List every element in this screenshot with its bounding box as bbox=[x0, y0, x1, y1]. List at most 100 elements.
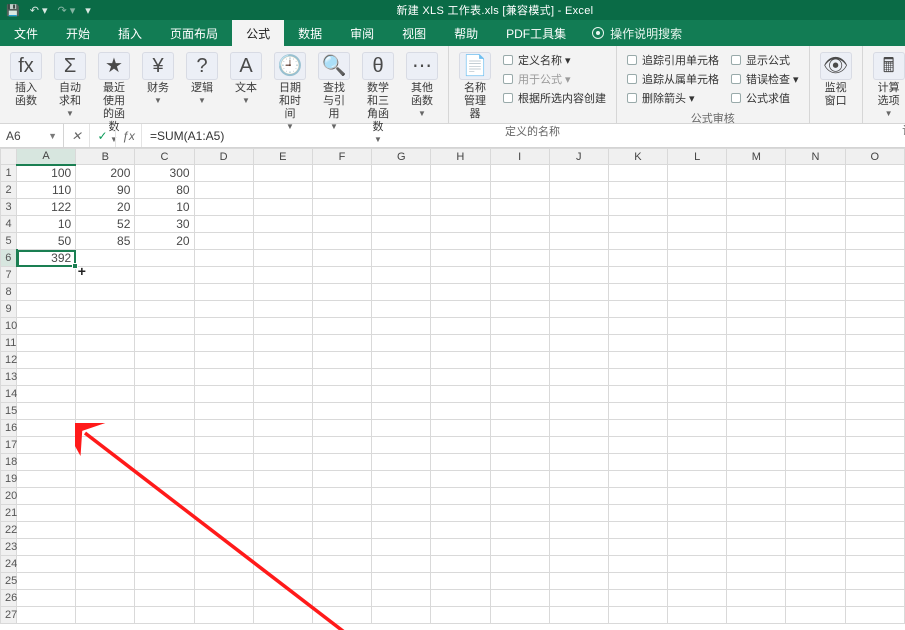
col-header-E[interactable]: E bbox=[253, 149, 312, 165]
cell-M16[interactable] bbox=[727, 420, 786, 437]
cell-E4[interactable] bbox=[253, 216, 312, 233]
cell-K13[interactable] bbox=[608, 369, 667, 386]
grid[interactable]: ABCDEFGHIJKLMNO1100200300211090803122201… bbox=[0, 148, 905, 624]
cell-N15[interactable] bbox=[786, 403, 845, 420]
cell-L8[interactable] bbox=[668, 284, 727, 301]
tab-PDF工具集[interactable]: PDF工具集 bbox=[492, 20, 580, 46]
cell-M10[interactable] bbox=[727, 318, 786, 335]
cell-C7[interactable] bbox=[135, 267, 194, 284]
accept-formula-button[interactable]: ✓ bbox=[90, 124, 116, 147]
cell-G5[interactable] bbox=[372, 233, 431, 250]
cell-M11[interactable] bbox=[727, 335, 786, 352]
cell-C23[interactable] bbox=[135, 539, 194, 556]
cell-K16[interactable] bbox=[608, 420, 667, 437]
redo-icon[interactable]: ↷ ▾ bbox=[58, 4, 76, 17]
cell-M4[interactable] bbox=[727, 216, 786, 233]
cell-D1[interactable] bbox=[194, 165, 253, 182]
cell-H11[interactable] bbox=[431, 335, 490, 352]
cell-J6[interactable] bbox=[549, 250, 608, 267]
cell-K8[interactable] bbox=[608, 284, 667, 301]
cell-L3[interactable] bbox=[668, 199, 727, 216]
cell-C21[interactable] bbox=[135, 505, 194, 522]
cell-L14[interactable] bbox=[668, 386, 727, 403]
cell-F23[interactable] bbox=[312, 539, 371, 556]
cell-D3[interactable] bbox=[194, 199, 253, 216]
fill-handle[interactable] bbox=[72, 263, 78, 269]
cell-H4[interactable] bbox=[431, 216, 490, 233]
cell-G1[interactable] bbox=[372, 165, 431, 182]
cell-A4[interactable]: 10 bbox=[17, 216, 76, 233]
cell-O18[interactable] bbox=[845, 454, 904, 471]
cell-F5[interactable] bbox=[312, 233, 371, 250]
cell-L6[interactable] bbox=[668, 250, 727, 267]
link-错误检查 ▾[interactable]: 错误检查 ▾ bbox=[731, 71, 799, 87]
col-header-G[interactable]: G bbox=[372, 149, 431, 165]
cell-E9[interactable] bbox=[253, 301, 312, 318]
select-all-corner[interactable] bbox=[1, 149, 17, 165]
cell-H17[interactable] bbox=[431, 437, 490, 454]
row-header-11[interactable]: 11 bbox=[1, 335, 17, 352]
cancel-formula-button[interactable]: ✕ bbox=[64, 124, 90, 147]
cell-H6[interactable] bbox=[431, 250, 490, 267]
cell-B10[interactable] bbox=[76, 318, 135, 335]
row-header-7[interactable]: 7 bbox=[1, 267, 17, 284]
cell-C26[interactable] bbox=[135, 590, 194, 607]
cell-H21[interactable] bbox=[431, 505, 490, 522]
cell-A20[interactable] bbox=[17, 488, 76, 505]
cell-O15[interactable] bbox=[845, 403, 904, 420]
cell-I7[interactable] bbox=[490, 267, 549, 284]
cell-B5[interactable]: 85 bbox=[76, 233, 135, 250]
ribbon-计算选项[interactable]: 🖩计算选项▼ bbox=[869, 50, 905, 120]
cell-J7[interactable] bbox=[549, 267, 608, 284]
cell-O19[interactable] bbox=[845, 471, 904, 488]
cell-O27[interactable] bbox=[845, 607, 904, 624]
cell-N13[interactable] bbox=[786, 369, 845, 386]
col-header-L[interactable]: L bbox=[668, 149, 727, 165]
cell-A25[interactable] bbox=[17, 573, 76, 590]
cell-J18[interactable] bbox=[549, 454, 608, 471]
cell-C19[interactable] bbox=[135, 471, 194, 488]
tab-视图[interactable]: 视图 bbox=[388, 20, 440, 46]
col-header-C[interactable]: C bbox=[135, 149, 194, 165]
cell-C17[interactable] bbox=[135, 437, 194, 454]
row-header-19[interactable]: 19 bbox=[1, 471, 17, 488]
cell-N19[interactable] bbox=[786, 471, 845, 488]
cell-M2[interactable] bbox=[727, 182, 786, 199]
cell-O6[interactable] bbox=[845, 250, 904, 267]
cell-A8[interactable] bbox=[17, 284, 76, 301]
cell-C4[interactable]: 30 bbox=[135, 216, 194, 233]
cell-H10[interactable] bbox=[431, 318, 490, 335]
cell-M20[interactable] bbox=[727, 488, 786, 505]
cell-D2[interactable] bbox=[194, 182, 253, 199]
row-header-23[interactable]: 23 bbox=[1, 539, 17, 556]
cell-C22[interactable] bbox=[135, 522, 194, 539]
cell-H8[interactable] bbox=[431, 284, 490, 301]
cell-K26[interactable] bbox=[608, 590, 667, 607]
cell-C8[interactable] bbox=[135, 284, 194, 301]
cell-M26[interactable] bbox=[727, 590, 786, 607]
cell-F20[interactable] bbox=[312, 488, 371, 505]
cell-M24[interactable] bbox=[727, 556, 786, 573]
cell-H14[interactable] bbox=[431, 386, 490, 403]
cell-N14[interactable] bbox=[786, 386, 845, 403]
cell-J27[interactable] bbox=[549, 607, 608, 624]
row-header-20[interactable]: 20 bbox=[1, 488, 17, 505]
cell-G16[interactable] bbox=[372, 420, 431, 437]
cell-J16[interactable] bbox=[549, 420, 608, 437]
formula-input[interactable]: =SUM(A1:A5) bbox=[142, 124, 905, 147]
cell-N12[interactable] bbox=[786, 352, 845, 369]
cell-O5[interactable] bbox=[845, 233, 904, 250]
cell-I15[interactable] bbox=[490, 403, 549, 420]
cell-I19[interactable] bbox=[490, 471, 549, 488]
link-定义名称 ▾[interactable]: 定义名称 ▾ bbox=[503, 52, 606, 68]
cell-G24[interactable] bbox=[372, 556, 431, 573]
cell-B2[interactable]: 90 bbox=[76, 182, 135, 199]
cell-O25[interactable] bbox=[845, 573, 904, 590]
cell-H24[interactable] bbox=[431, 556, 490, 573]
cell-D5[interactable] bbox=[194, 233, 253, 250]
cell-M23[interactable] bbox=[727, 539, 786, 556]
cell-B23[interactable] bbox=[76, 539, 135, 556]
cell-E21[interactable] bbox=[253, 505, 312, 522]
cell-M22[interactable] bbox=[727, 522, 786, 539]
cell-K14[interactable] bbox=[608, 386, 667, 403]
